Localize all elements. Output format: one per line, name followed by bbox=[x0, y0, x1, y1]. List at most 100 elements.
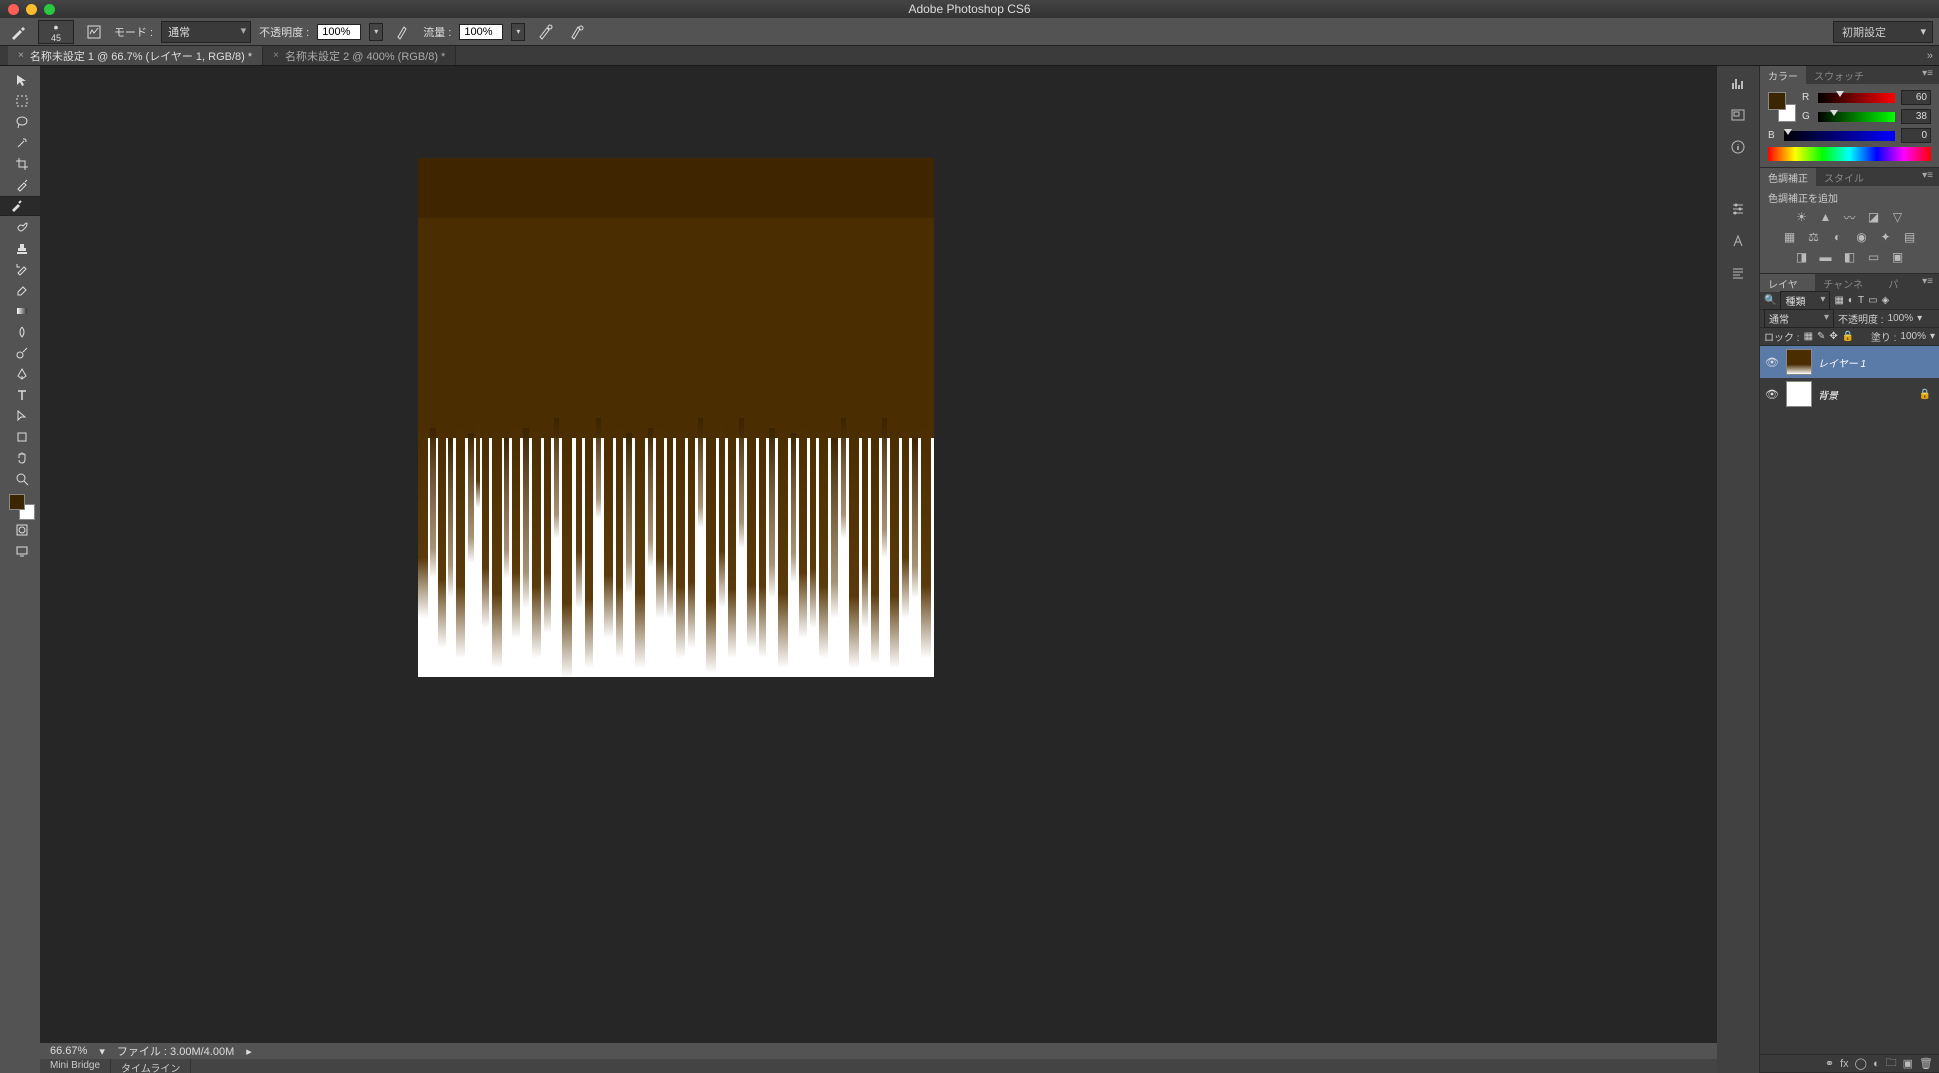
zoom-tool-icon[interactable] bbox=[8, 469, 36, 489]
stamp-tool-icon[interactable] bbox=[8, 238, 36, 258]
delete-layer-icon[interactable]: 🗑 bbox=[1919, 1057, 1933, 1070]
color-tab[interactable]: カラー bbox=[1760, 66, 1806, 84]
type-tool-icon[interactable] bbox=[8, 385, 36, 405]
layer-row[interactable]: 👁 背景 🔒 bbox=[1760, 378, 1939, 410]
paragraph-icon[interactable] bbox=[1724, 262, 1752, 284]
lock-pixels-icon[interactable]: ✎ bbox=[1817, 331, 1825, 342]
blend-mode-select[interactable]: 通常 bbox=[1764, 309, 1834, 328]
minimize-window-button[interactable] bbox=[26, 4, 37, 15]
history-brush-tool-icon[interactable] bbox=[8, 259, 36, 279]
layer-name[interactable]: レイヤー 1 bbox=[1818, 355, 1866, 370]
photo-filter-icon[interactable]: ◉ bbox=[1853, 229, 1871, 245]
lock-all-icon[interactable]: 🔒 bbox=[1842, 331, 1854, 342]
crop-tool-icon[interactable] bbox=[8, 154, 36, 174]
brightness-icon[interactable]: ☀ bbox=[1793, 209, 1811, 225]
marquee-tool-icon[interactable] bbox=[8, 91, 36, 111]
close-window-button[interactable] bbox=[8, 4, 19, 15]
path-select-tool-icon[interactable] bbox=[8, 406, 36, 426]
filter-pixel-icon[interactable]: ▦ bbox=[1834, 295, 1843, 306]
threshold-icon[interactable]: ◧ bbox=[1841, 249, 1859, 265]
screen-mode-icon[interactable] bbox=[8, 541, 36, 561]
mixer-icon[interactable]: ✦ bbox=[1877, 229, 1895, 245]
styles-tab[interactable]: スタイル bbox=[1816, 168, 1872, 186]
opacity-input[interactable] bbox=[317, 24, 361, 40]
flow-dropdown-icon[interactable]: ▾ bbox=[511, 23, 525, 41]
tab-bar-menu-icon[interactable]: » bbox=[456, 46, 1939, 65]
pressure-opacity-icon[interactable] bbox=[391, 21, 415, 43]
canvas-area[interactable]: 66.67% ▾ ファイル : 3.00M/4.00M ▸ Mini Bridg… bbox=[40, 66, 1717, 1073]
close-tab-icon[interactable]: × bbox=[273, 50, 279, 61]
mini-bridge-tab[interactable]: Mini Bridge bbox=[40, 1059, 111, 1073]
navigator-icon[interactable] bbox=[1724, 104, 1752, 126]
bw-icon[interactable]: ◐ bbox=[1829, 229, 1847, 245]
levels-icon[interactable]: ▲ bbox=[1817, 209, 1835, 225]
move-tool-icon[interactable] bbox=[8, 70, 36, 90]
close-tab-icon[interactable]: × bbox=[18, 50, 24, 61]
opacity-dropdown-icon[interactable]: ▾ bbox=[369, 23, 383, 41]
layer-mask-icon[interactable]: ◯ bbox=[1855, 1057, 1867, 1070]
balance-icon[interactable]: ⚖ bbox=[1805, 229, 1823, 245]
color-swatch[interactable] bbox=[9, 494, 35, 520]
layer-thumbnail[interactable] bbox=[1786, 381, 1812, 407]
hand-tool-icon[interactable] bbox=[8, 448, 36, 468]
eyedropper-tool-icon[interactable] bbox=[8, 175, 36, 195]
dodge-tool-icon[interactable] bbox=[8, 343, 36, 363]
filter-adj-icon[interactable]: ◐ bbox=[1848, 295, 1854, 306]
panel-color-swatch[interactable] bbox=[1768, 92, 1796, 122]
zoom-dropdown-icon[interactable]: ▾ bbox=[99, 1045, 105, 1058]
properties-icon[interactable] bbox=[1724, 198, 1752, 220]
document-tab-1[interactable]: ×名称未設定 1 @ 66.7% (レイヤー 1, RGB/8) * bbox=[8, 46, 263, 65]
layer-row[interactable]: 👁 レイヤー 1 bbox=[1760, 346, 1939, 378]
character-icon[interactable] bbox=[1724, 230, 1752, 252]
shape-tool-icon[interactable] bbox=[8, 427, 36, 447]
visibility-icon[interactable]: 👁 bbox=[1764, 356, 1780, 369]
filter-shape-icon[interactable]: ▭ bbox=[1868, 295, 1877, 306]
gradient-tool-icon[interactable] bbox=[8, 301, 36, 321]
flow-input[interactable] bbox=[459, 24, 503, 40]
layer-name[interactable]: 背景 bbox=[1818, 387, 1838, 402]
selective-color-icon[interactable]: ▣ bbox=[1889, 249, 1907, 265]
healing-brush-tool-icon[interactable] bbox=[8, 217, 36, 237]
lock-position-icon[interactable]: ✥ bbox=[1829, 331, 1837, 342]
b-slider[interactable] bbox=[1784, 131, 1895, 141]
curves-icon[interactable]: 〰 bbox=[1841, 209, 1859, 225]
gradient-map-icon[interactable]: ▭ bbox=[1865, 249, 1883, 265]
layer-thumbnail[interactable] bbox=[1786, 349, 1812, 375]
airbrush-icon[interactable] bbox=[533, 21, 557, 43]
vibrance-icon[interactable]: ▽ bbox=[1889, 209, 1907, 225]
document-canvas[interactable] bbox=[418, 158, 934, 677]
posterize-icon[interactable]: ▬ bbox=[1817, 249, 1835, 265]
swatches-tab[interactable]: スウォッチ bbox=[1806, 66, 1872, 84]
timeline-tab[interactable]: タイムライン bbox=[111, 1059, 191, 1073]
filter-smart-icon[interactable]: ◈ bbox=[1882, 295, 1890, 306]
lasso-tool-icon[interactable] bbox=[8, 112, 36, 132]
invert-icon[interactable]: ◨ bbox=[1793, 249, 1811, 265]
r-input[interactable] bbox=[1901, 90, 1931, 105]
lock-transparency-icon[interactable]: ▦ bbox=[1804, 331, 1813, 342]
link-layers-icon[interactable]: ⚭ bbox=[1825, 1057, 1834, 1070]
eraser-tool-icon[interactable] bbox=[8, 280, 36, 300]
channels-tab[interactable]: チャンネル bbox=[1815, 274, 1880, 292]
blend-mode-select[interactable]: 通常 bbox=[161, 21, 251, 43]
new-layer-icon[interactable]: ▣ bbox=[1903, 1057, 1913, 1070]
paths-tab[interactable]: パス bbox=[1880, 274, 1916, 292]
status-menu-icon[interactable]: ▸ bbox=[246, 1045, 252, 1058]
panel-menu-icon[interactable]: ▾≡ bbox=[1916, 168, 1939, 186]
brush-preset-picker[interactable]: •45 bbox=[38, 20, 74, 44]
b-input[interactable] bbox=[1901, 128, 1931, 143]
zoom-level[interactable]: 66.67% bbox=[50, 1045, 87, 1057]
layer-style-icon[interactable]: fx bbox=[1840, 1058, 1849, 1070]
wand-tool-icon[interactable] bbox=[8, 133, 36, 153]
g-input[interactable] bbox=[1901, 109, 1931, 124]
blur-tool-icon[interactable] bbox=[8, 322, 36, 342]
filter-kind-select[interactable]: 種類 bbox=[1780, 291, 1830, 310]
pressure-size-icon[interactable] bbox=[565, 21, 589, 43]
g-slider[interactable] bbox=[1818, 112, 1895, 122]
filter-type-icon[interactable]: T bbox=[1858, 295, 1864, 306]
pen-tool-icon[interactable] bbox=[8, 364, 36, 384]
group-icon[interactable]: 🗀 bbox=[1886, 1054, 1897, 1073]
spectrum-picker[interactable] bbox=[1768, 147, 1931, 161]
document-tab-2[interactable]: ×名称未設定 2 @ 400% (RGB/8) * bbox=[263, 46, 456, 65]
histogram-icon[interactable] bbox=[1724, 72, 1752, 94]
maximize-window-button[interactable] bbox=[44, 4, 55, 15]
